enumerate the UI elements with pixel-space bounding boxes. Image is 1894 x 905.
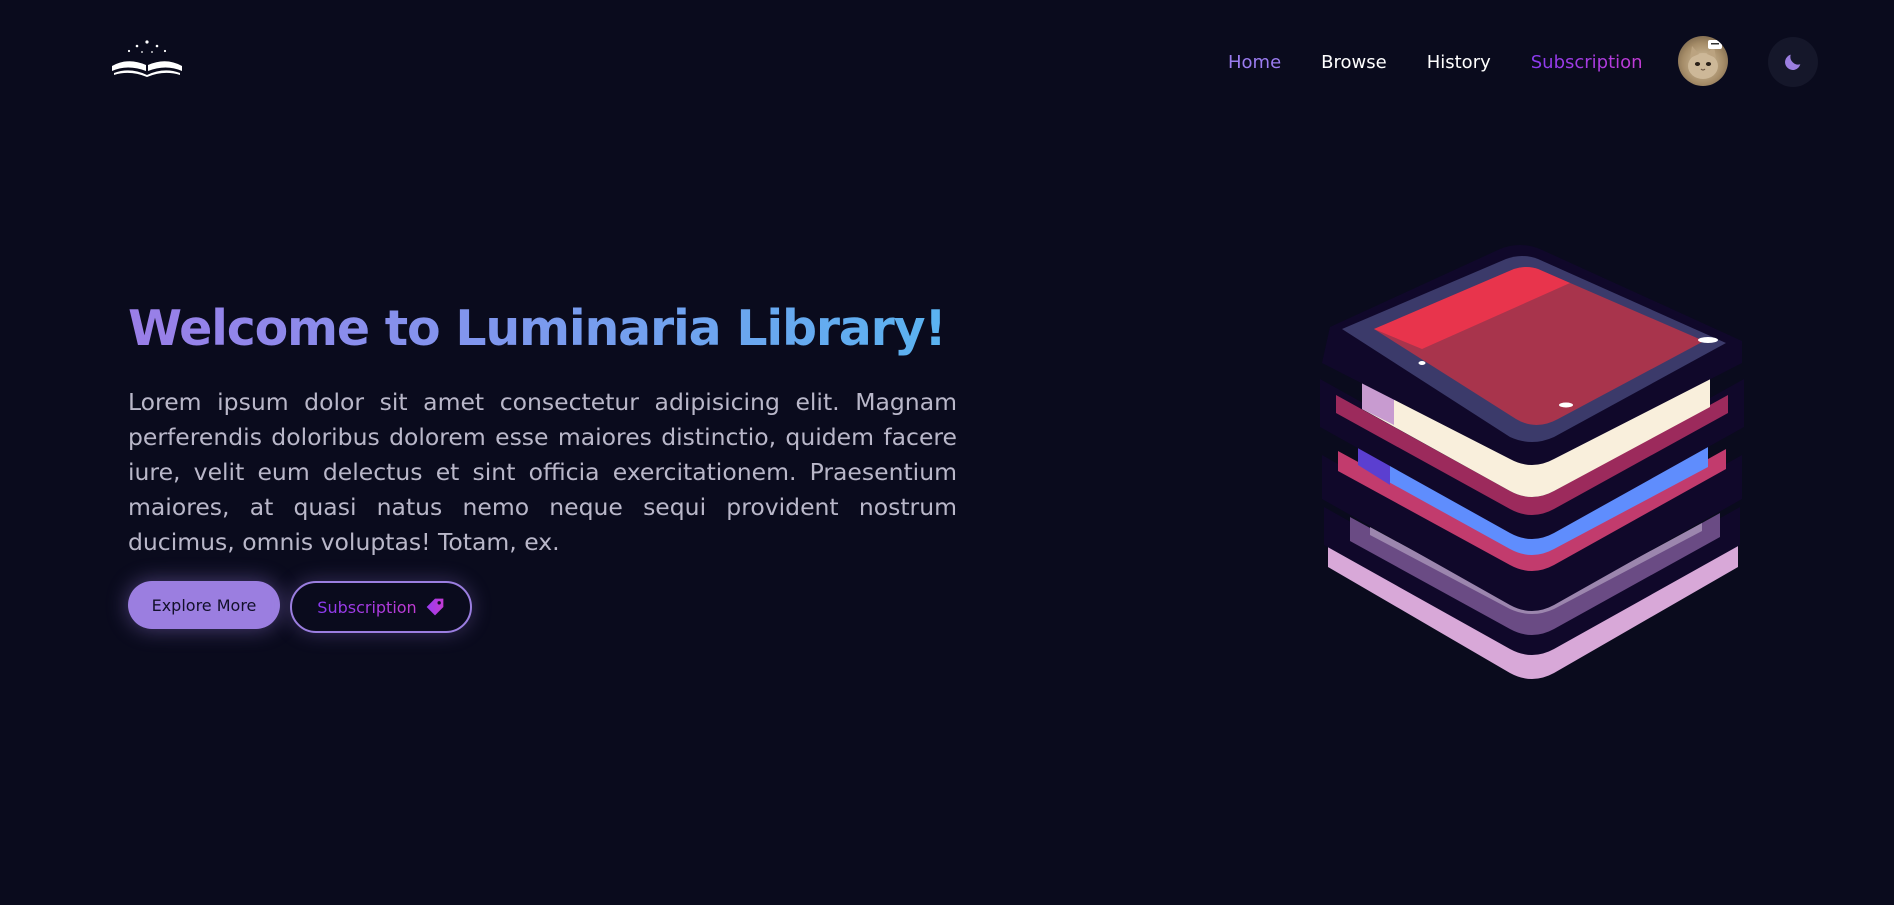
- page: Home Browse History Subscription Welcome…: [0, 0, 1894, 905]
- main-nav: Home Browse History Subscription: [1228, 48, 1683, 76]
- hero-description: Lorem ipsum dolor sit amet consectetur a…: [128, 388, 957, 556]
- nav-history-link[interactable]: History: [1427, 52, 1491, 73]
- moon-icon: [1785, 54, 1801, 70]
- user-avatar[interactable]: [1678, 36, 1728, 86]
- subscription-button[interactable]: Subscription: [290, 581, 472, 633]
- open-book-logo-icon[interactable]: [110, 38, 184, 78]
- stacked-books-illustration: [1320, 245, 1744, 679]
- cat-avatar-icon: [1688, 40, 1722, 79]
- price-tag-icon: [426, 598, 444, 616]
- subscription-button-label: Subscription: [317, 597, 417, 617]
- nav-home-link[interactable]: Home: [1228, 52, 1281, 73]
- hero-title: Welcome to Luminaria Library!: [128, 300, 947, 357]
- theme-toggle-button[interactable]: [1768, 37, 1818, 87]
- explore-more-button[interactable]: Explore More: [128, 581, 280, 629]
- nav-subscription-link[interactable]: Subscription: [1531, 52, 1643, 73]
- nav-browse-link[interactable]: Browse: [1321, 52, 1387, 73]
